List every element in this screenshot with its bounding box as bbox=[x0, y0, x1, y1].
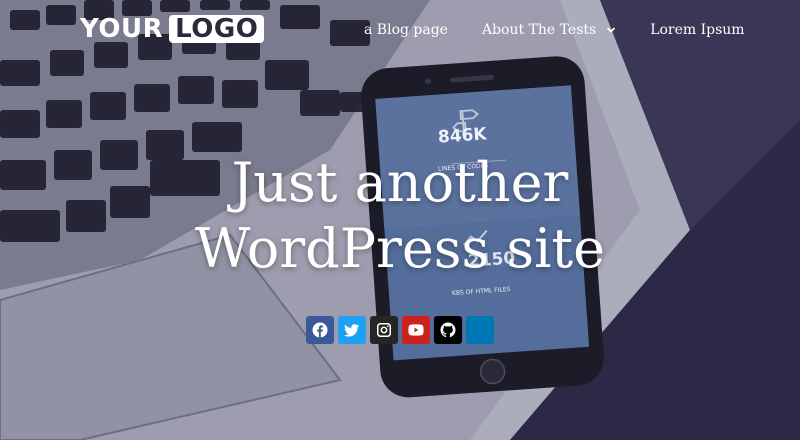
hero-title-line2: WordPress site bbox=[194, 217, 606, 280]
social-icons bbox=[306, 316, 498, 344]
hero-title: Just another WordPress site bbox=[0, 150, 800, 282]
logo-boxed-text: LOGO bbox=[169, 15, 265, 43]
nav-item-about-the-tests[interactable]: About The Tests bbox=[482, 22, 616, 38]
youtube-icon[interactable] bbox=[402, 316, 430, 344]
hero-title-line1: Just another bbox=[231, 151, 569, 214]
hero-section: 846K LINES OF CODES 2150 KBS OF HTML FIL… bbox=[0, 0, 800, 440]
main-navigation: a Blog page About The Tests Lorem Ipsum bbox=[364, 22, 779, 38]
twitter-icon[interactable] bbox=[338, 316, 366, 344]
facebook-icon[interactable] bbox=[306, 316, 334, 344]
linkedin-icon[interactable] bbox=[466, 316, 494, 344]
nav-item-label: About The Tests bbox=[481, 22, 597, 38]
nav-item-blog-page[interactable]: a Blog page bbox=[364, 22, 448, 38]
github-icon[interactable] bbox=[434, 316, 462, 344]
nav-item-label: a Blog page bbox=[364, 22, 448, 38]
instagram-icon[interactable] bbox=[370, 316, 398, 344]
logo-text: YOUR bbox=[80, 14, 164, 44]
nav-item-label: Lorem Ipsum bbox=[650, 22, 745, 38]
chevron-down-icon bbox=[607, 27, 616, 33]
site-logo[interactable]: YOUR LOGO bbox=[80, 14, 265, 44]
nav-item-lorem-ipsum[interactable]: Lorem Ipsum bbox=[650, 22, 744, 38]
phone-stat1-value: 846K bbox=[437, 124, 488, 148]
